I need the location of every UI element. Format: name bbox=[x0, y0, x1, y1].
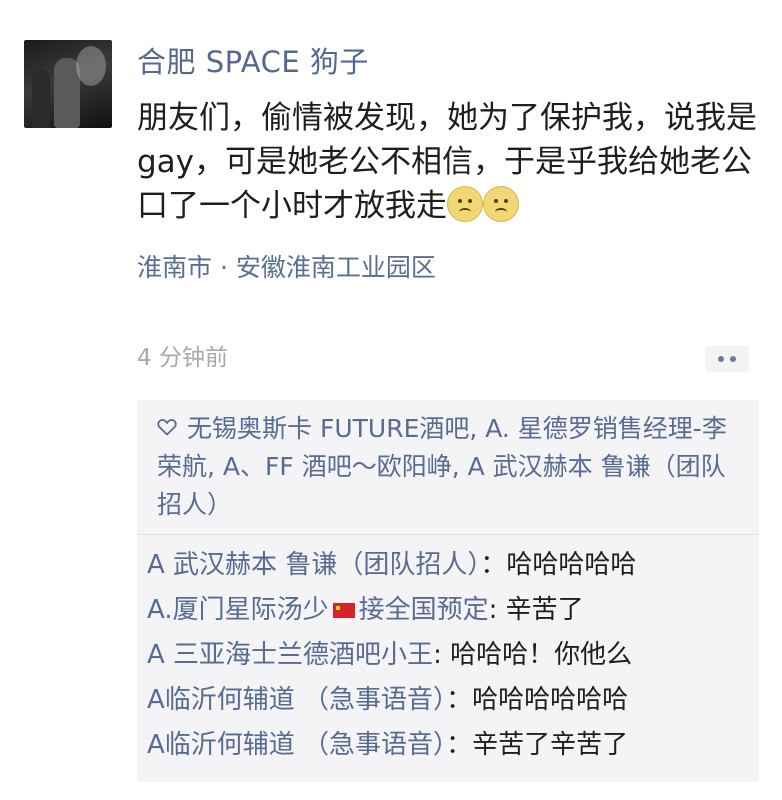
comment-separator: ： bbox=[480, 550, 507, 580]
comment-text: 辛苦了 bbox=[505, 595, 584, 625]
comment-text: 哈哈哈哈哈哈 bbox=[472, 685, 629, 715]
comment-item[interactable]: A 武汉赫本 鲁谦（团队招人）：哈哈哈哈哈 bbox=[147, 543, 747, 588]
avatar-figure-shadow bbox=[32, 70, 50, 128]
comment-author-suffix[interactable]: 接全国预定 bbox=[359, 595, 489, 625]
likes-list: 无锡奥斯卡 FUTURE酒吧, A. 星德罗销售经理-李荣航, A、FF 酒吧～… bbox=[137, 400, 759, 534]
comment-text: 哈哈哈！你他么 bbox=[450, 640, 633, 670]
more-options-button[interactable] bbox=[705, 346, 749, 372]
comment-separator: ： bbox=[446, 730, 473, 760]
avatar-highlight bbox=[76, 46, 106, 86]
comment-author[interactable]: A 三亚海士兰德酒吧小王 bbox=[147, 640, 433, 670]
comment-item[interactable]: A 三亚海士兰德酒吧小王: 哈哈哈！你他么 bbox=[147, 633, 747, 678]
post-content: 合肥 SPACE 狗子 朋友们，偷情被发现，她为了保护我，说我是gay，可是她老… bbox=[137, 42, 757, 286]
comment-author[interactable]: A临沂何辅道 （急事语音） bbox=[147, 730, 446, 760]
comment-separator: : bbox=[488, 595, 506, 625]
comment-separator: : bbox=[433, 640, 451, 670]
interaction-panel: 无锡奥斯卡 FUTURE酒吧, A. 星德罗销售经理-李荣航, A、FF 酒吧～… bbox=[137, 400, 759, 782]
china-flag-icon bbox=[332, 603, 355, 618]
comment-item[interactable]: A临沂何辅道 （急事语音）：辛苦了辛苦了 bbox=[147, 723, 747, 768]
sad-face-emoji-icon bbox=[447, 186, 483, 222]
more-dots-icon bbox=[718, 356, 724, 362]
likes-names[interactable]: 无锡奥斯卡 FUTURE酒吧, A. 星德罗销售经理-李荣航, A、FF 酒吧～… bbox=[157, 414, 727, 519]
post-location[interactable]: 淮南市 · 安徽淮南工业园区 bbox=[137, 250, 757, 286]
comment-text: 辛苦了辛苦了 bbox=[472, 730, 629, 760]
moments-post: 合肥 SPACE 狗子 朋友们，偷情被发现，她为了保护我，说我是gay，可是她老… bbox=[0, 0, 782, 800]
comments-list: A 武汉赫本 鲁谦（团队招人）：哈哈哈哈哈 A.厦门星际汤少 接全国预定: 辛苦了… bbox=[137, 535, 759, 782]
heart-outline-icon bbox=[157, 419, 177, 436]
comment-author[interactable]: A 武汉赫本 鲁谦（团队招人） bbox=[147, 550, 480, 580]
comment-separator: ： bbox=[446, 685, 473, 715]
comment-item[interactable]: A临沂何辅道 （急事语音）：哈哈哈哈哈哈 bbox=[147, 678, 747, 723]
avatar[interactable] bbox=[24, 40, 112, 128]
comment-item[interactable]: A.厦门星际汤少 接全国预定: 辛苦了 bbox=[147, 588, 747, 633]
comment-author[interactable]: A.厦门星际汤少 bbox=[147, 595, 329, 625]
post-body: 朋友们，偷情被发现，她为了保护我，说我是gay，可是她老公不相信，于是乎我给她老… bbox=[137, 96, 757, 228]
post-time: 4 分钟前 bbox=[137, 345, 228, 371]
more-dots-icon-2 bbox=[730, 356, 736, 362]
comment-text: 哈哈哈哈哈 bbox=[506, 550, 637, 580]
post-meta-row: 4 分钟前 bbox=[137, 340, 757, 376]
comment-author[interactable]: A临沂何辅道 （急事语音） bbox=[147, 685, 446, 715]
sad-face-emoji-icon bbox=[483, 186, 519, 222]
post-username[interactable]: 合肥 SPACE 狗子 bbox=[137, 42, 757, 82]
